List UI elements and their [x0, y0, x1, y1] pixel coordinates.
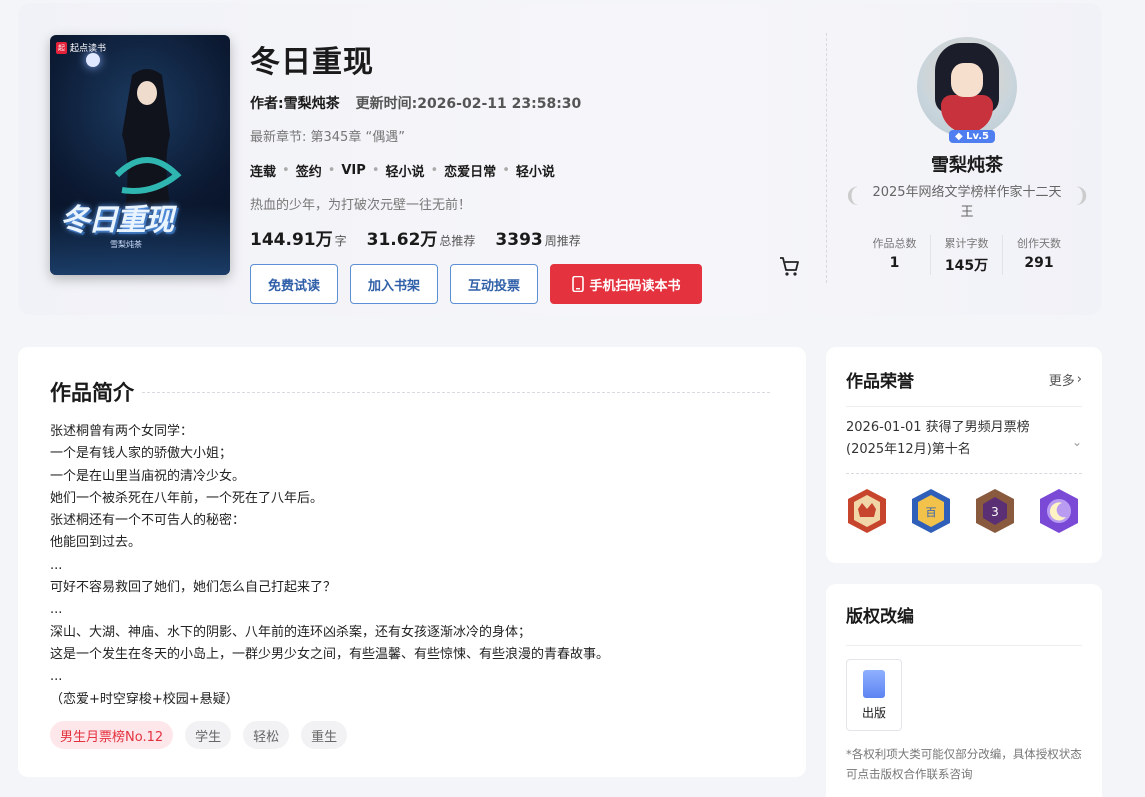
author-link[interactable]: 作者:雪梨炖茶 [250, 93, 340, 113]
laurel-left-icon: ❨ [844, 183, 861, 207]
header-divider [826, 33, 827, 283]
book-meta: 作者:雪梨炖茶 更新时间:2026-02-11 23:58:30 [250, 93, 702, 113]
copyright-card: 版权改编 出版 *各权利项大类可能仅部分改编，具体授权状态可点击版权合作联系咨询 [826, 584, 1102, 797]
intro-heading: 作品简介 [50, 381, 134, 405]
tag-chip-student[interactable]: 学生 [185, 721, 232, 749]
scan-to-read-button[interactable]: 手机扫码读本书 [550, 264, 702, 304]
book-title: 冬日重现 [250, 45, 374, 80]
intro-header: 作品简介 [50, 377, 770, 407]
book-tags: 连载 • 签约 • VIP • 轻小说 • 恋爱日常 • 轻小说 [250, 161, 555, 180]
author-stat-works: 作品总数 1 [859, 235, 931, 275]
phone-icon [572, 276, 585, 292]
author-panel: ◆ Lv.5 雪梨炖茶 ❨ 2025年网络文学榜样作家十二天王 ❩ 作品总数 1 … [844, 37, 1090, 275]
tag-genre[interactable]: 轻小说 [516, 161, 555, 180]
chevron-right-icon: › [1076, 372, 1082, 387]
tag-subcategory[interactable]: 恋爱日常 [444, 161, 496, 180]
cover-title: 冬日重现 [60, 203, 174, 238]
honor-medals: 百 3 [844, 487, 1082, 535]
cover-publisher-badge: 起 起点读书 [56, 41, 107, 54]
chevron-down-icon[interactable]: ⌄ [1072, 435, 1082, 449]
copyright-header: 版权改编 [846, 602, 1082, 646]
total-recommend: 31.62万 总推荐 [366, 230, 476, 250]
intro-chips: 男生月票榜No.12 学生 轻松 重生 [50, 721, 348, 749]
tag-category[interactable]: 轻小说 [385, 161, 424, 180]
tag-chip-rebirth[interactable]: 重生 [301, 721, 348, 749]
intro-card: 作品简介 张述桐曾有两个女同学： 一个是有钱人家的骄傲大小姐； 一个是在山里当庙… [18, 347, 806, 777]
qidian-logo-icon: 起 [56, 41, 67, 54]
svg-text:3: 3 [991, 505, 999, 519]
honors-card: 作品荣誉 更多 › 2026-01-01 获得了男频月票榜(2025年12月)第十… [826, 347, 1102, 563]
cover-moon [86, 53, 100, 67]
weekly-recommend: 3393 周推荐 [495, 230, 581, 250]
publish-label: 出版 [861, 706, 886, 720]
purple-moon-medal-icon[interactable] [1036, 487, 1082, 535]
blue-hundred-alliance-medal-icon[interactable]: 百 [908, 487, 954, 535]
honors-heading: 作品荣誉 [846, 372, 914, 392]
book-cover[interactable]: 起 起点读书 冬日重现 雪梨炖茶 [50, 35, 230, 275]
tag-chip-relaxed[interactable]: 轻松 [243, 721, 290, 749]
free-trial-button[interactable]: 免费试读 [250, 264, 338, 304]
author-stats: 作品总数 1 累计字数 145万 创作天数 291 [844, 235, 1090, 275]
laurel-right-icon: ❩ [1073, 183, 1090, 207]
tag-vip: VIP [341, 163, 366, 178]
tag-status: 连载 [250, 165, 277, 180]
author-name[interactable]: 雪梨炖茶 [844, 151, 1090, 177]
cover-author: 雪梨炖茶 [110, 240, 142, 249]
book-icon [863, 670, 885, 698]
author-stat-words: 累计字数 145万 [931, 235, 1003, 275]
rank-chip[interactable]: 男生月票榜No.12 [50, 721, 174, 749]
interactive-vote-button[interactable]: 互动投票 [450, 264, 538, 304]
book-slogan: 热血的少年，为打破次元壁一往无前！ [250, 198, 472, 213]
author-honor: ❨ 2025年网络文学榜样作家十二天王 ❩ [844, 183, 1090, 220]
book-info: 冬日重现 作者:雪梨炖茶 更新时间:2026-02-11 23:58:30 最新… [250, 37, 702, 304]
action-buttons: 免费试读 加入书架 互动投票 手机扫码读本书 [250, 264, 702, 304]
author-avatar[interactable]: ◆ Lv.5 [917, 37, 1017, 143]
honor-entry: 2026-01-01 获得了男频月票榜(2025年12月)第十名 [846, 420, 1030, 457]
update-time: 更新时间:2026-02-11 23:58:30 [355, 96, 582, 112]
svg-text:百: 百 [926, 506, 937, 519]
word-count: 144.91万字 [250, 230, 347, 250]
publish-item[interactable]: 出版 [846, 659, 902, 731]
latest-chapter-link[interactable]: 最新章节: 第345章 “偶遇” [250, 126, 702, 145]
author-level-badge: ◆ Lv.5 [949, 130, 996, 143]
copyright-note: *各权利项大类可能仅部分改编，具体授权状态可点击版权合作联系咨询 [846, 747, 1082, 781]
book-header-card: 起 起点读书 冬日重现 雪梨炖茶 冬日重现 作者:雪梨炖茶 更新时间:2026-… [18, 3, 1102, 315]
more-link[interactable]: 更多 › [1049, 370, 1082, 389]
add-to-shelf-button[interactable]: 加入书架 [350, 264, 438, 304]
copyright-heading: 版权改编 [846, 607, 914, 627]
cart-icon[interactable] [778, 255, 800, 277]
book-stats: 144.91万字 31.62万 总推荐 3393 周推荐 [250, 225, 702, 250]
bronze-crown-medal-icon[interactable] [844, 487, 890, 535]
tag-signed: 签约 [295, 165, 322, 180]
intro-text: 张述桐曾有两个女同学： 一个是有钱人家的骄傲大小姐； 一个是在山里当庙祝的清冷少… [50, 424, 610, 707]
number-three-medal-icon[interactable]: 3 [972, 487, 1018, 535]
honors-header: 作品荣誉 更多 › [846, 367, 1082, 407]
author-stat-days: 创作天数 291 [1017, 237, 1061, 271]
